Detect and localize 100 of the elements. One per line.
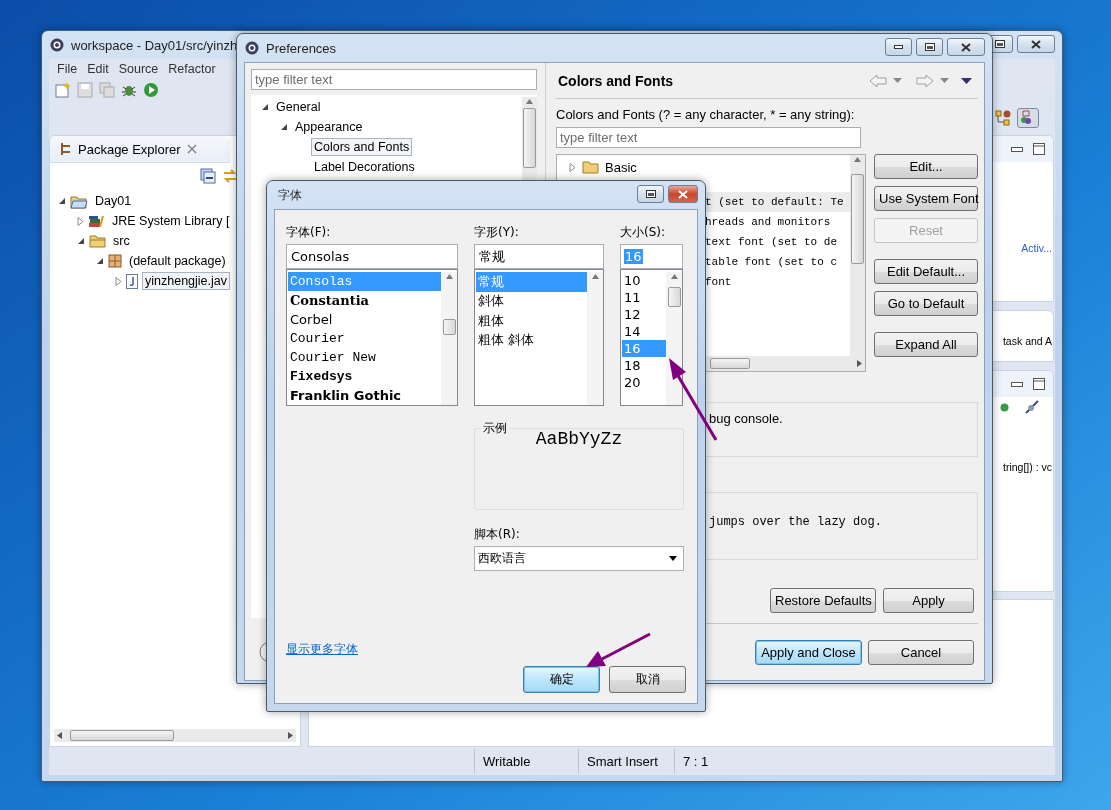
list-item[interactable]: Corbel [288, 310, 441, 329]
package-explorer-icon [60, 142, 72, 156]
side-text[interactable]: Activ... [1021, 242, 1053, 254]
scroll-thumb[interactable] [667, 287, 681, 307]
list-item[interactable]: Fixedsys [288, 367, 441, 386]
vertical-scrollbar[interactable] [587, 272, 603, 405]
scroll-thumb[interactable] [523, 108, 536, 168]
minimize-icon[interactable] [1011, 381, 1023, 387]
collapse-arrow-icon[interactable] [58, 197, 66, 205]
action-button[interactable]: Edit Default... [874, 259, 978, 284]
vertical-scrollbar[interactable] [666, 272, 682, 405]
menu-caret-icon[interactable] [961, 77, 972, 84]
maximize-button[interactable] [637, 185, 664, 203]
list-item[interactable]: Franklin Gothic [288, 386, 441, 405]
scroll-up-icon[interactable] [445, 274, 453, 279]
minimize-icon[interactable] [1011, 146, 1023, 152]
list-item[interactable]: 20 [622, 374, 666, 391]
tree-item[interactable]: General [273, 98, 324, 116]
more-fonts-link[interactable]: 显示更多字体 [286, 641, 358, 658]
list-item[interactable]: Courier New [288, 348, 441, 367]
list-item[interactable]: 粗体 斜体 [476, 330, 587, 350]
list-item[interactable]: 14 [622, 323, 666, 340]
collapse-all-icon[interactable] [200, 168, 216, 184]
expand-arrow-icon[interactable] [77, 216, 84, 226]
scroll-left-icon[interactable] [57, 732, 62, 739]
close-button[interactable] [947, 38, 985, 56]
tree-item[interactable]: Day01 [92, 192, 135, 210]
tree-item[interactable]: JRE System Library [ [109, 212, 233, 230]
list-item[interactable]: 斜体 [476, 291, 587, 311]
status-text: 7 : 1 [674, 749, 754, 773]
tree-item[interactable]: text font (set to de [705, 236, 838, 248]
vertical-scrollbar[interactable] [850, 155, 865, 356]
list-item[interactable]: 10 [622, 272, 666, 289]
list-item[interactable]: Constantia [288, 291, 441, 310]
maximize-icon[interactable] [1033, 378, 1045, 390]
list-item[interactable]: Courier [288, 329, 441, 348]
scroll-thumb[interactable] [851, 174, 864, 264]
vertical-scrollbar[interactable] [441, 272, 457, 405]
expand-arrow-icon[interactable] [569, 162, 576, 172]
list-item[interactable]: 18 [622, 357, 666, 374]
tree-item[interactable]: Colors and Fonts [311, 138, 413, 156]
tree-item[interactable]: (default package) [126, 252, 229, 270]
tree-item[interactable]: src [110, 232, 133, 250]
scroll-thumb[interactable] [710, 358, 750, 369]
scroll-right-icon[interactable] [288, 732, 293, 739]
maximize-button[interactable] [916, 38, 943, 56]
field-label: 字形(Y): [474, 224, 520, 241]
collapse-arrow-icon[interactable] [261, 103, 269, 111]
scroll-up-icon[interactable] [670, 274, 678, 279]
collapse-arrow-icon[interactable] [77, 237, 85, 245]
list-item[interactable]: 粗体 [476, 311, 587, 331]
tree-item[interactable]: Label Decorations [311, 158, 418, 176]
filter-field[interactable]: type filter text [556, 127, 861, 148]
filter-field[interactable]: type filter text [251, 69, 537, 90]
dialog-button[interactable]: 确定 [523, 666, 600, 693]
action-button[interactable]: Use System Font [874, 186, 978, 211]
link-arrows-icon[interactable] [222, 168, 238, 184]
tree-item[interactable]: yinzhengjie.jav [142, 272, 230, 290]
scroll-thumb[interactable] [70, 730, 174, 741]
tree-item[interactable]: table font (set to c [705, 256, 838, 268]
footer-button[interactable]: Restore Defaults [770, 588, 876, 613]
list-item[interactable]: 11 [622, 289, 666, 306]
close-button[interactable] [1017, 35, 1055, 53]
footer-button[interactable]: Apply [883, 588, 974, 613]
horizontal-scrollbar[interactable] [54, 729, 296, 742]
action-button[interactable]: Expand All [874, 332, 978, 357]
menu-item[interactable]: File [53, 62, 82, 76]
menu-item[interactable]: Refactor [164, 62, 220, 76]
expand-arrow-icon[interactable] [115, 276, 122, 286]
scroll-up-icon[interactable] [526, 99, 533, 104]
perspective-icon[interactable] [1017, 108, 1039, 128]
scroll-right-icon[interactable] [857, 360, 862, 367]
text-field[interactable]: 常规 [474, 244, 604, 269]
tree-item[interactable]: font [705, 276, 732, 288]
dialog-button[interactable]: Cancel [868, 639, 974, 665]
menu-item[interactable]: Edit [83, 62, 113, 76]
run-icon[interactable] [143, 82, 159, 98]
collapse-arrow-icon[interactable] [280, 123, 288, 131]
maximize-icon[interactable] [1033, 143, 1045, 155]
action-button[interactable]: Edit... [874, 154, 978, 179]
close-icon [1031, 39, 1041, 49]
text-field[interactable]: Consolas [286, 244, 458, 269]
tree-item[interactable]: Appearance [292, 118, 366, 136]
dialog-button[interactable]: 取消 [609, 666, 686, 693]
pin-icon[interactable] [1025, 400, 1039, 414]
tree-item[interactable]: Basic [605, 159, 637, 175]
scroll-thumb[interactable] [442, 319, 456, 335]
list-item[interactable]: 12 [622, 306, 666, 323]
dropdown-caret-icon[interactable] [669, 556, 677, 561]
action-button[interactable]: Go to Default [874, 291, 978, 316]
scroll-up-icon[interactable] [591, 274, 599, 279]
hierarchy-icon[interactable] [995, 110, 1011, 126]
scroll-up-icon[interactable] [854, 157, 861, 162]
tree-item[interactable]: hreads and monitors [705, 216, 831, 228]
minimize-button[interactable] [885, 38, 912, 56]
script-dropdown[interactable]: 西欧语言 [474, 546, 684, 571]
collapse-arrow-icon[interactable] [96, 257, 104, 265]
close-icon[interactable] [186, 144, 197, 154]
menu-item[interactable]: Source [114, 62, 163, 76]
dialog-button[interactable]: Apply and Close [755, 639, 862, 665]
